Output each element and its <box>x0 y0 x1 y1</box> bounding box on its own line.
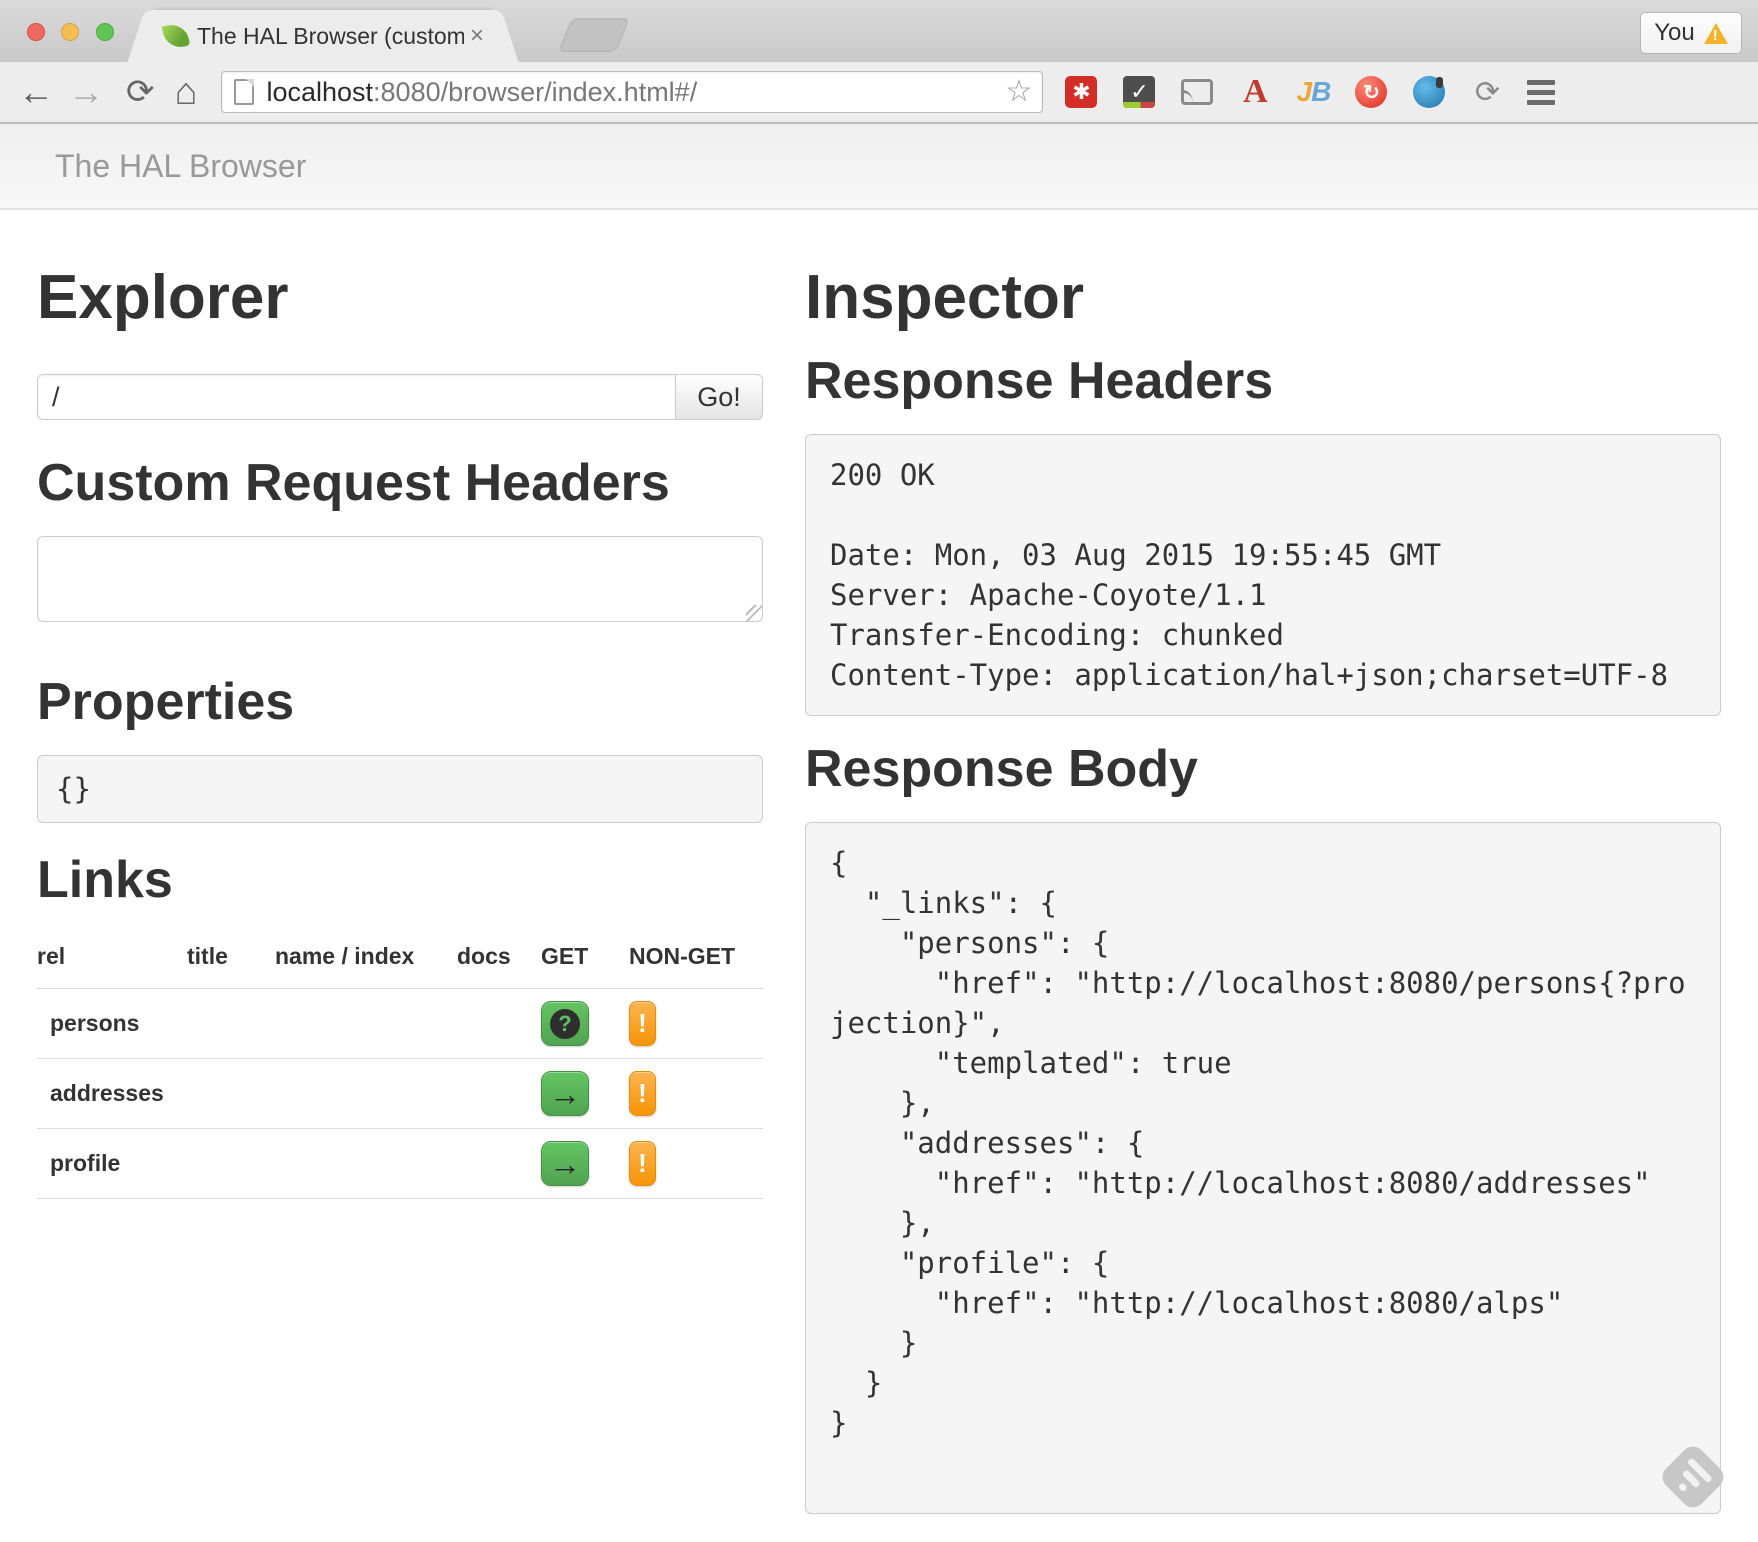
resource-path-input[interactable] <box>37 374 675 420</box>
title-cell <box>187 1059 275 1129</box>
properties-title: Properties <box>37 675 763 729</box>
rel-cell: persons <box>37 989 187 1059</box>
get-cell: ? <box>541 989 629 1059</box>
col-name-index: name / index <box>275 943 457 989</box>
question-icon: ? <box>550 1009 580 1039</box>
bookmark-star-icon[interactable]: ☆ <box>1006 77 1033 107</box>
docs-cell <box>457 1129 541 1199</box>
lastpass-extension-icon[interactable]: ✱ <box>1065 76 1097 108</box>
explorer-column: Explorer Go! Custom Request Headers Prop… <box>37 210 763 1514</box>
inspector-column: Inspector Response Headers 200 OK Date: … <box>805 210 1721 1514</box>
nonget-cell: ! <box>629 989 763 1059</box>
checkmark-extension-icon[interactable]: ✓ <box>1123 76 1155 108</box>
site-title: The HAL Browser <box>55 148 306 185</box>
response-headers-title: Response Headers <box>805 354 1721 408</box>
profile-button[interactable]: You <box>1640 12 1742 54</box>
inspector-title: Inspector <box>805 266 1721 330</box>
custom-headers-title: Custom Request Headers <box>37 456 763 510</box>
docs-cell <box>457 989 541 1059</box>
name-index-cell <box>275 989 457 1059</box>
col-rel: rel <box>37 943 187 989</box>
custom-headers-textarea[interactable] <box>37 536 763 622</box>
tab-close-icon[interactable]: × <box>470 24 484 48</box>
title-cell <box>187 1129 275 1199</box>
go-button[interactable]: Go! <box>675 374 763 420</box>
properties-value: {} <box>37 755 763 823</box>
blue-orb-extension-icon[interactable] <box>1413 76 1445 108</box>
non-get-button[interactable]: ! <box>629 1001 656 1046</box>
url-domain: localhost <box>266 77 373 107</box>
response-body-title: Response Body <box>805 742 1721 796</box>
jb-j-letter: J <box>1297 76 1312 108</box>
browser-tab-strip: The HAL Browser (customiz × You <box>0 0 1758 62</box>
non-get-button[interactable]: ! <box>629 1071 656 1116</box>
response-headers: 200 OK Date: Mon, 03 Aug 2015 19:55:45 G… <box>805 434 1721 716</box>
col-get: GET <box>541 943 629 989</box>
home-icon[interactable]: ⌂ <box>175 73 198 111</box>
table-row: profile → ! <box>37 1129 763 1199</box>
arrow-icon: → <box>549 1078 581 1110</box>
profile-label: You <box>1654 19 1695 47</box>
response-body: { "_links": { "persons": { "href": "http… <box>805 822 1721 1514</box>
arrow-icon: → <box>549 1148 581 1180</box>
nonget-cell: ! <box>629 1129 763 1199</box>
docs-cell <box>457 1059 541 1129</box>
col-docs: docs <box>457 943 541 989</box>
extension-icons: ✱ ✓ A JB ↻ ⟳ <box>1065 76 1503 108</box>
window-minimize-button[interactable] <box>61 23 79 41</box>
chrome-menu-icon[interactable] <box>1527 80 1555 105</box>
links-table: rel title name / index docs GET NON-GET … <box>37 943 763 1199</box>
links-header-row: rel title name / index docs GET NON-GET <box>37 943 763 989</box>
url-path: :8080/browser/index.html#/ <box>373 77 697 107</box>
jb-b-letter: B <box>1311 76 1330 108</box>
url-text[interactable]: localhost:8080/browser/index.html#/ <box>266 77 1005 108</box>
sync-extension-icon[interactable]: ⟳ <box>1471 76 1503 108</box>
table-row: persons ? ! <box>37 989 763 1059</box>
page-content: Explorer Go! Custom Request Headers Prop… <box>0 210 1758 1514</box>
name-index-cell <box>275 1129 457 1199</box>
back-icon[interactable]: ← <box>18 74 54 110</box>
links-title: Links <box>37 853 763 907</box>
get-button[interactable]: → <box>541 1141 589 1186</box>
table-row: addresses → ! <box>37 1059 763 1129</box>
name-index-cell <box>275 1059 457 1129</box>
chromecast-extension-icon[interactable] <box>1181 79 1213 105</box>
browser-toolbar: ← → ⟳ ⌂ localhost:8080/browser/index.htm… <box>0 62 1758 124</box>
col-title: title <box>187 943 275 989</box>
address-bar[interactable]: localhost:8080/browser/index.html#/ ☆ <box>221 71 1043 113</box>
letter-a-extension-icon[interactable]: A <box>1239 76 1271 108</box>
get-button[interactable]: ? <box>541 1001 589 1046</box>
forward-icon[interactable]: → <box>68 74 104 110</box>
col-non-get: NON-GET <box>629 943 763 989</box>
get-cell: → <box>541 1059 629 1129</box>
spring-leaf-favicon <box>162 22 190 50</box>
tab-title: The HAL Browser (customiz <box>197 23 464 50</box>
jetbrains-extension-icon[interactable]: JB <box>1297 76 1329 108</box>
nonget-cell: ! <box>629 1059 763 1129</box>
address-input-group: Go! <box>37 374 763 420</box>
get-cell: → <box>541 1129 629 1199</box>
window-close-button[interactable] <box>27 23 45 41</box>
new-tab-button[interactable] <box>558 18 630 52</box>
title-cell <box>187 989 275 1059</box>
browser-tab[interactable]: The HAL Browser (customiz × <box>148 10 498 62</box>
window-zoom-button[interactable] <box>96 23 114 41</box>
red-refresh-extension-icon[interactable]: ↻ <box>1355 76 1387 108</box>
explorer-title: Explorer <box>37 266 763 330</box>
get-button[interactable]: → <box>541 1071 589 1116</box>
page-document-icon <box>234 79 254 105</box>
warning-icon <box>1704 23 1728 44</box>
rel-cell: addresses <box>37 1059 187 1129</box>
rel-cell: profile <box>37 1129 187 1199</box>
reload-icon[interactable]: ⟳ <box>126 75 155 109</box>
site-header: The HAL Browser <box>0 124 1758 210</box>
non-get-button[interactable]: ! <box>629 1141 656 1186</box>
